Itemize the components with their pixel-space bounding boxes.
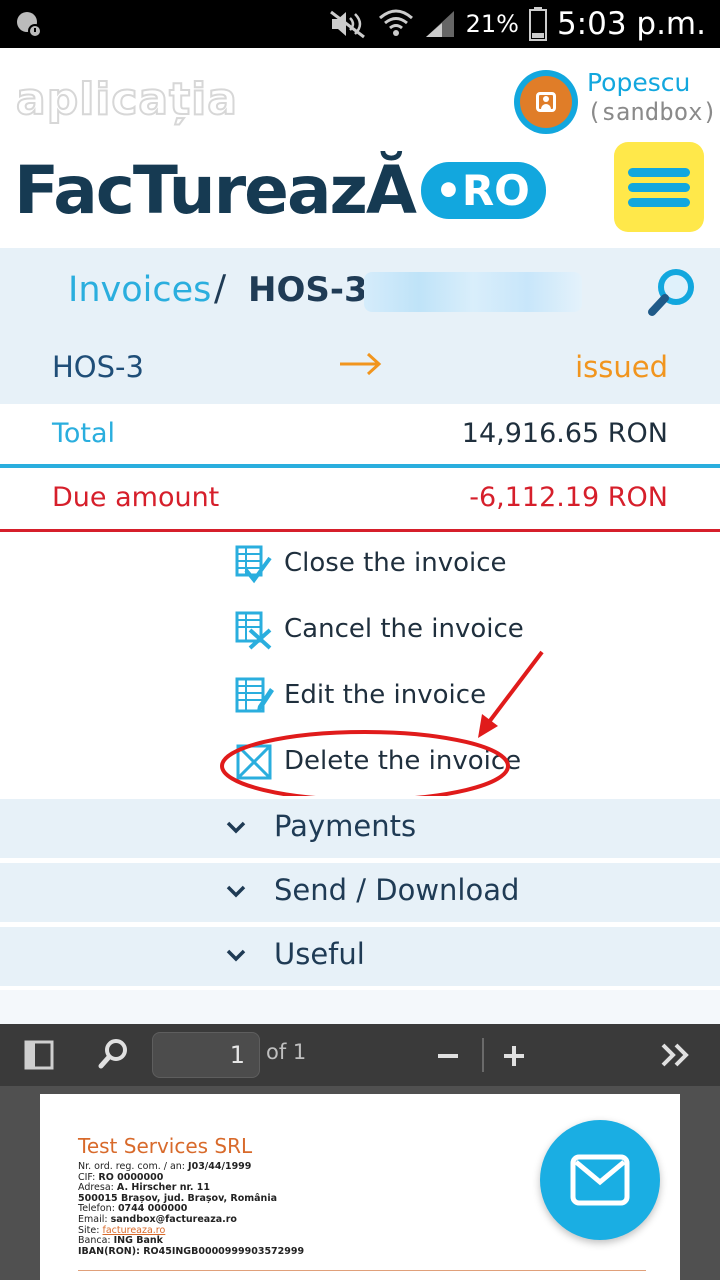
breadcrumb-current: HOS-3 xyxy=(248,270,368,310)
doc-company-name: Test Services SRL xyxy=(78,1134,253,1158)
search-icon[interactable] xyxy=(646,266,698,318)
breadcrumb-invoices-link[interactable]: Invoices xyxy=(68,270,211,310)
payments-section[interactable]: Payments xyxy=(0,796,720,858)
close-invoice-label: Close the invoice xyxy=(284,548,507,578)
user-icon xyxy=(536,92,556,112)
useful-section[interactable]: Useful xyxy=(0,924,720,986)
cancel-invoice-label: Cancel the invoice xyxy=(284,614,524,644)
total-value: 14,916.65 RON xyxy=(461,418,668,449)
mute-icon xyxy=(329,10,365,39)
app-header: aplicația FacTureazĂ •RO Popescu (sandbo… xyxy=(0,48,720,248)
chevron-down-icon xyxy=(226,885,246,898)
send-download-label: Send / Download xyxy=(274,873,520,907)
doc-site-link[interactable]: factureaza.ro xyxy=(102,1225,165,1236)
notification-icon xyxy=(17,12,42,38)
menu-line-icon xyxy=(628,168,690,177)
status-bar: 21% 5:03 p.m. xyxy=(0,0,720,48)
user-role: (sandbox) xyxy=(587,98,718,126)
due-label: Due amount xyxy=(52,482,220,513)
battery-percent: 21% xyxy=(465,10,519,38)
doc-company-details: Nr. ord. reg. com. / an: J03/44/1999 CIF… xyxy=(78,1161,305,1257)
breadcrumb-separator: / xyxy=(214,268,227,309)
chevron-down-icon xyxy=(226,949,246,962)
blurred-client-name xyxy=(364,272,582,312)
total-row: Total 14,916.65 RON xyxy=(0,404,720,468)
due-value: -6,112.19 RON xyxy=(469,482,668,513)
payments-label: Payments xyxy=(274,809,417,843)
brand-suffix: •RO xyxy=(420,162,546,219)
pdf-toolbar: 1 of 1 xyxy=(0,1024,720,1086)
invoice-status: issued xyxy=(575,350,668,384)
close-invoice-icon xyxy=(235,545,272,584)
email-fab-button[interactable] xyxy=(540,1120,660,1240)
clock: 5:03 p.m. xyxy=(556,6,706,42)
annotation-ellipse xyxy=(220,730,510,802)
brand-name: FacTureazĂ xyxy=(14,152,417,229)
invoice-id: HOS-3 xyxy=(52,350,144,384)
total-label: Total xyxy=(52,418,116,449)
sidebar-toggle-icon[interactable] xyxy=(24,1040,54,1070)
menu-line-icon xyxy=(628,183,690,192)
user-name: Popescu xyxy=(587,68,691,97)
due-row: Due amount -6,112.19 RON xyxy=(0,468,720,532)
screen: { "status_bar": { "battery": "21%", "tim… xyxy=(0,0,720,1280)
avatar[interactable] xyxy=(514,70,578,134)
envelope-icon xyxy=(570,1154,630,1206)
send-download-section[interactable]: Send / Download xyxy=(0,860,720,922)
zoom-in-icon[interactable] xyxy=(502,1044,526,1068)
brand-logo[interactable]: FacTureazĂ •RO xyxy=(14,152,546,229)
page-count: of 1 xyxy=(266,1040,307,1064)
arrow-right-icon xyxy=(340,352,382,376)
wifi-icon xyxy=(378,9,413,36)
battery-icon xyxy=(528,7,547,41)
zoom-out-icon[interactable] xyxy=(436,1044,460,1068)
app-label: aplicația xyxy=(15,73,238,126)
menu-line-icon xyxy=(628,198,690,207)
doc-divider xyxy=(78,1270,646,1271)
edit-invoice-label: Edit the invoice xyxy=(284,680,487,710)
useful-label: Useful xyxy=(274,937,365,971)
pdf-search-icon[interactable] xyxy=(98,1038,128,1070)
chevron-down-icon xyxy=(226,821,246,834)
signal-icon xyxy=(425,11,454,37)
invoice-status-row: HOS-3 issued xyxy=(0,338,720,404)
page-number-input[interactable]: 1 xyxy=(152,1032,260,1078)
tools-double-chevron-icon[interactable] xyxy=(660,1042,692,1068)
annotation-arrow-icon xyxy=(478,650,544,738)
cancel-invoice-icon xyxy=(235,611,272,650)
breadcrumb: Invoices / HOS-3 xyxy=(0,248,720,338)
close-invoice-action[interactable]: Close the invoice xyxy=(234,540,534,590)
section-spacer xyxy=(0,990,720,1024)
hamburger-menu-button[interactable] xyxy=(614,142,704,232)
toolbar-divider xyxy=(482,1038,484,1072)
edit-invoice-icon xyxy=(235,677,274,713)
user-profile[interactable]: Popescu (sandbox) xyxy=(514,68,718,140)
